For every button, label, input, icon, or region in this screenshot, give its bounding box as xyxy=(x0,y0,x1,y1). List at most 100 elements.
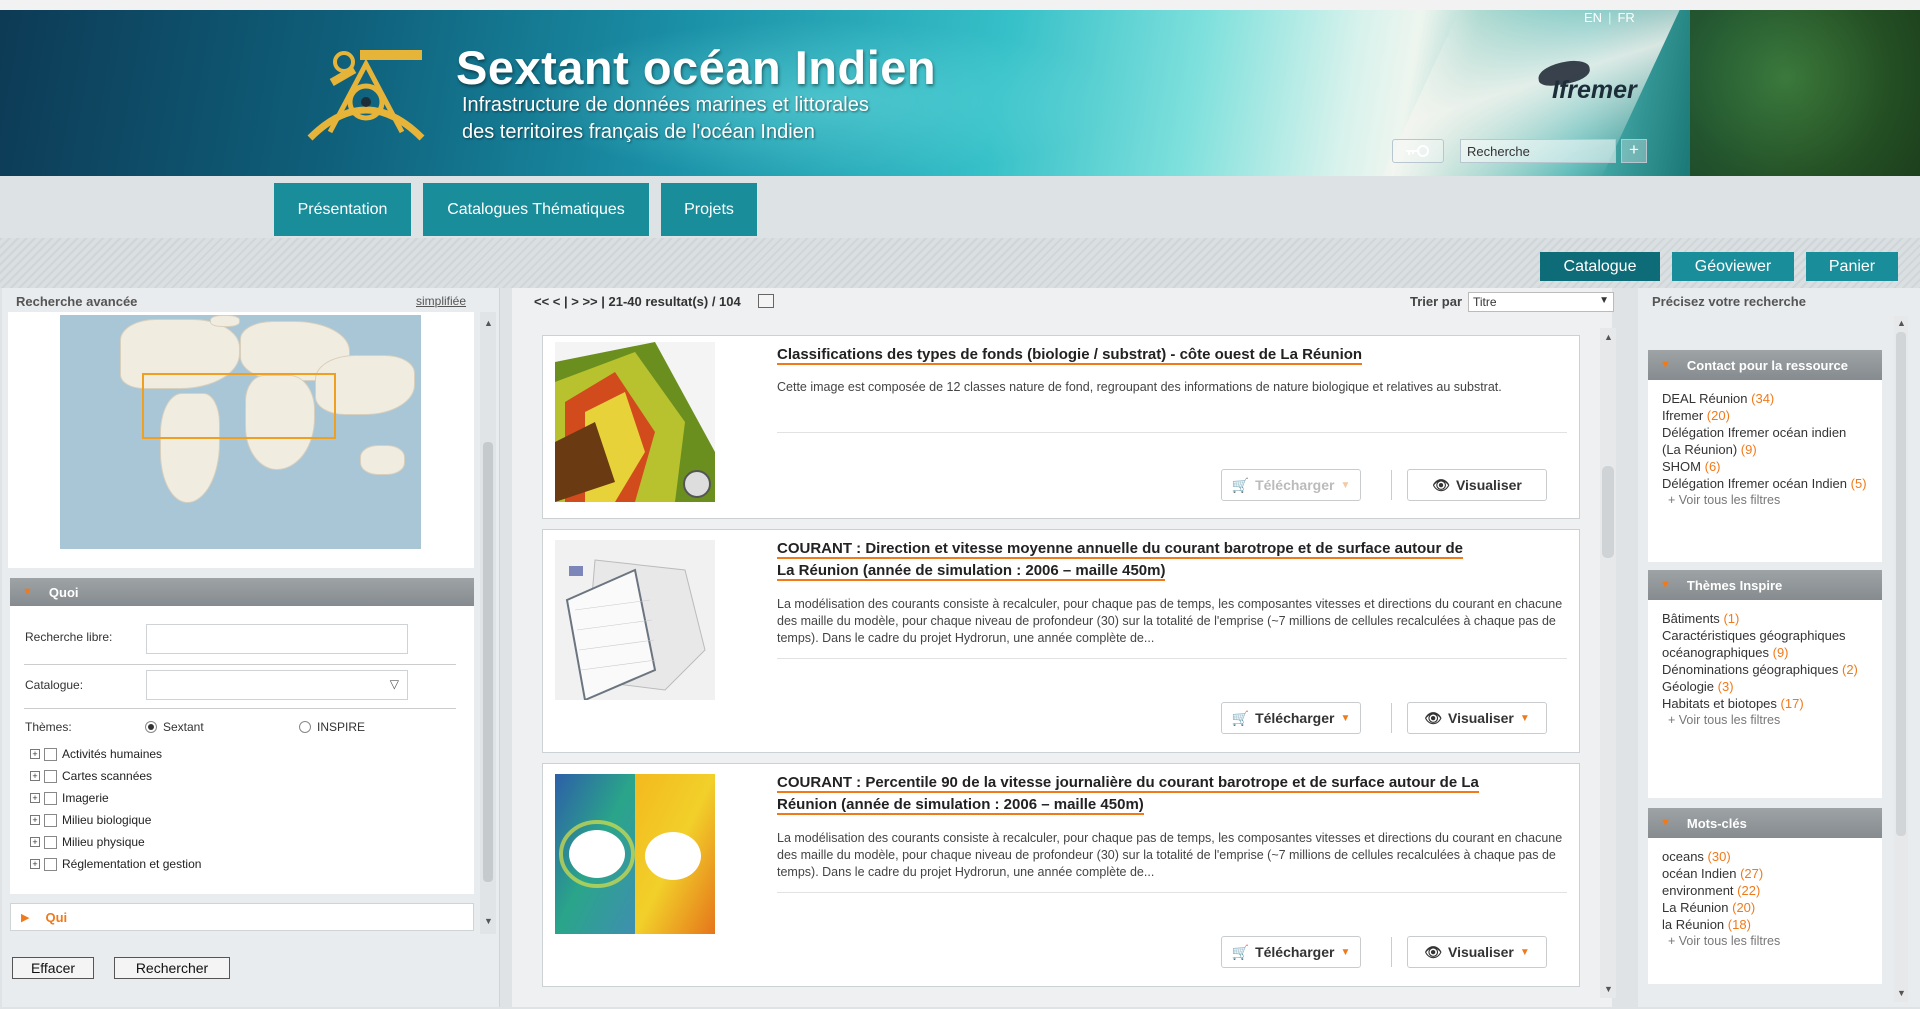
caret-down-icon: ▼ xyxy=(1519,946,1530,958)
tab-presentation[interactable]: Présentation xyxy=(274,183,411,236)
eye-icon: 👁 xyxy=(1424,709,1442,726)
scroll-down-icon[interactable]: ▼ xyxy=(1897,988,1906,998)
collapse-triangle-icon: ▼ xyxy=(22,586,33,598)
theme-item[interactable]: + Réglementation et gestion xyxy=(30,856,201,872)
checkbox[interactable] xyxy=(44,747,57,761)
view-button[interactable]: 👁 Visualiser ▼ xyxy=(1407,702,1547,734)
facet-item[interactable]: SHOM (6) xyxy=(1662,458,1868,475)
radio-inspire[interactable]: INSPIRE xyxy=(299,720,365,734)
download-button[interactable]: 🛒 Télécharger ▼ xyxy=(1221,469,1361,501)
download-button[interactable]: 🛒 Télécharger ▼ xyxy=(1221,702,1361,734)
expand-icon[interactable]: + xyxy=(30,815,40,825)
download-button[interactable]: 🛒 Télécharger ▼ xyxy=(1221,936,1361,968)
facet-header-keywords[interactable]: ▼ Mots-clés xyxy=(1648,808,1882,838)
checkbox[interactable] xyxy=(44,857,57,871)
facet-header-themes[interactable]: ▼ Thèmes Inspire xyxy=(1648,570,1882,600)
radio-selected-icon xyxy=(145,721,157,733)
checkbox[interactable] xyxy=(44,813,57,827)
expand-icon[interactable]: + xyxy=(30,749,40,759)
result-title[interactable]: COURANT : Direction et vitesse moyenne a… xyxy=(777,538,1577,582)
theme-item[interactable]: + Activités humaines xyxy=(30,746,162,762)
see-all-filters-link[interactable]: + Voir tous les filtres xyxy=(1668,492,1868,509)
site-title: Sextant océan Indien xyxy=(456,41,937,94)
checkbox[interactable] xyxy=(44,791,57,805)
theme-item[interactable]: + Milieu physique xyxy=(30,834,145,850)
facet-item[interactable]: oceans (30) xyxy=(1662,848,1868,865)
search-button[interactable]: Rechercher xyxy=(114,957,230,979)
export-icon[interactable] xyxy=(758,294,775,308)
sort-select[interactable]: Titre ▼ xyxy=(1468,292,1614,312)
result-card: COURANT : Direction et vitesse moyenne a… xyxy=(542,529,1580,753)
key-icon xyxy=(1406,145,1429,157)
view-button[interactable]: 👁 Visualiser ▼ xyxy=(1407,936,1547,968)
result-title[interactable]: COURANT : Percentile 90 de la vitesse jo… xyxy=(777,772,1577,816)
simplified-search-link[interactable]: simplifiée xyxy=(416,294,466,308)
facet-item[interactable]: Ifremer (20) xyxy=(1662,407,1868,424)
facet-item[interactable]: DEAL Réunion (34) xyxy=(1662,390,1868,407)
pager[interactable]: << < | > >> | 21-40 resultat(s) / 104 xyxy=(534,294,775,309)
facet-item[interactable]: Délégation Ifremer océan indien (La Réun… xyxy=(1662,424,1868,458)
chevron-down-icon: ▼ xyxy=(1599,295,1609,306)
facet-item[interactable]: environment (22) xyxy=(1662,882,1868,899)
tab-catalogues-thematiques[interactable]: Catalogues Thématiques xyxy=(423,183,649,236)
facet-item[interactable]: Bâtiments (1) xyxy=(1662,610,1868,627)
lang-fr-link[interactable]: FR xyxy=(1617,10,1634,25)
header-search-input[interactable] xyxy=(1460,139,1616,163)
login-button[interactable] xyxy=(1392,139,1444,163)
result-thumbnail[interactable] xyxy=(555,540,715,700)
facet-item[interactable]: Habitats et biotopes (17) xyxy=(1662,695,1868,712)
view-button[interactable]: 👁 Visualiser xyxy=(1407,469,1547,501)
radio-sextant[interactable]: Sextant xyxy=(145,720,204,734)
results-scrollbar[interactable]: ▲ ▼ xyxy=(1600,328,1616,998)
tab-panier[interactable]: Panier xyxy=(1806,252,1898,281)
facet-item[interactable]: la Réunion (18) xyxy=(1662,916,1868,933)
facet-item[interactable]: Caractéristiques géographiques océanogra… xyxy=(1662,627,1868,661)
expand-icon[interactable]: + xyxy=(30,771,40,781)
checkbox[interactable] xyxy=(44,769,57,783)
theme-item[interactable]: + Milieu biologique xyxy=(30,812,151,828)
facet-item[interactable]: Dénominations géographiques (2) xyxy=(1662,661,1868,678)
result-thumbnail[interactable] xyxy=(555,774,715,934)
facet-header-contact[interactable]: ▼ Contact pour la ressource xyxy=(1648,350,1882,380)
scroll-up-icon[interactable]: ▲ xyxy=(1897,318,1906,328)
sextant-logo[interactable] xyxy=(300,42,432,146)
tab-catalogue[interactable]: Catalogue xyxy=(1540,252,1660,281)
checkbox[interactable] xyxy=(44,835,57,849)
refine-scrollbar[interactable]: ▲ ▼ xyxy=(1894,316,1908,1002)
see-all-filters-link[interactable]: + Voir tous les filtres xyxy=(1668,712,1868,729)
left-scrollbar[interactable]: ▲ ▼ xyxy=(480,312,496,934)
facet-item[interactable]: Délégation Ifremer océan Indien (5) xyxy=(1662,475,1868,492)
ifremer-logo[interactable]: Ifremer xyxy=(1552,76,1637,105)
theme-item[interactable]: + Imagerie xyxy=(30,790,109,806)
chevron-down-icon: ▽ xyxy=(389,677,399,691)
facet-item[interactable]: Géologie (3) xyxy=(1662,678,1868,695)
expand-icon[interactable]: + xyxy=(30,837,40,847)
scroll-up-icon[interactable]: ▲ xyxy=(484,318,493,328)
tab-projets[interactable]: Projets xyxy=(661,183,757,236)
free-search-input[interactable] xyxy=(146,624,408,654)
facet-item[interactable]: océan Indien (27) xyxy=(1662,865,1868,882)
lang-en-link[interactable]: EN xyxy=(1584,10,1602,25)
expand-icon[interactable]: + xyxy=(30,793,40,803)
themes-label: Thèmes: xyxy=(25,720,72,734)
catalogue-label: Catalogue: xyxy=(25,678,84,692)
theme-item[interactable]: + Cartes scannées xyxy=(30,768,152,784)
clear-button[interactable]: Effacer xyxy=(12,957,94,979)
facet-item[interactable]: La Réunion (20) xyxy=(1662,899,1868,916)
catalogue-select[interactable]: ▽ xyxy=(146,670,408,700)
tab-geoviewer[interactable]: Géoviewer xyxy=(1672,252,1794,281)
scroll-down-icon[interactable]: ▼ xyxy=(484,916,493,926)
header-search-plus-button[interactable]: + xyxy=(1621,139,1647,163)
site-subtitle: Infrastructure de données marines et lit… xyxy=(462,94,869,143)
map-extent-rectangle[interactable] xyxy=(142,373,336,439)
qui-section-header[interactable]: ▶ Qui xyxy=(10,903,474,931)
expand-icon[interactable]: + xyxy=(30,859,40,869)
quoi-section-header[interactable]: ▼ Quoi xyxy=(10,578,474,606)
scroll-down-icon[interactable]: ▼ xyxy=(1604,984,1613,994)
result-title[interactable]: Classifications des types de fonds (biol… xyxy=(777,344,1577,366)
facet-body-contact: DEAL Réunion (34) Ifremer (20) Délégatio… xyxy=(1648,380,1882,562)
result-thumbnail[interactable] xyxy=(555,342,715,502)
scroll-up-icon[interactable]: ▲ xyxy=(1604,332,1613,342)
see-all-filters-link[interactable]: + Voir tous les filtres xyxy=(1668,933,1868,950)
result-description: La modélisation des courants consiste à … xyxy=(777,597,1563,645)
